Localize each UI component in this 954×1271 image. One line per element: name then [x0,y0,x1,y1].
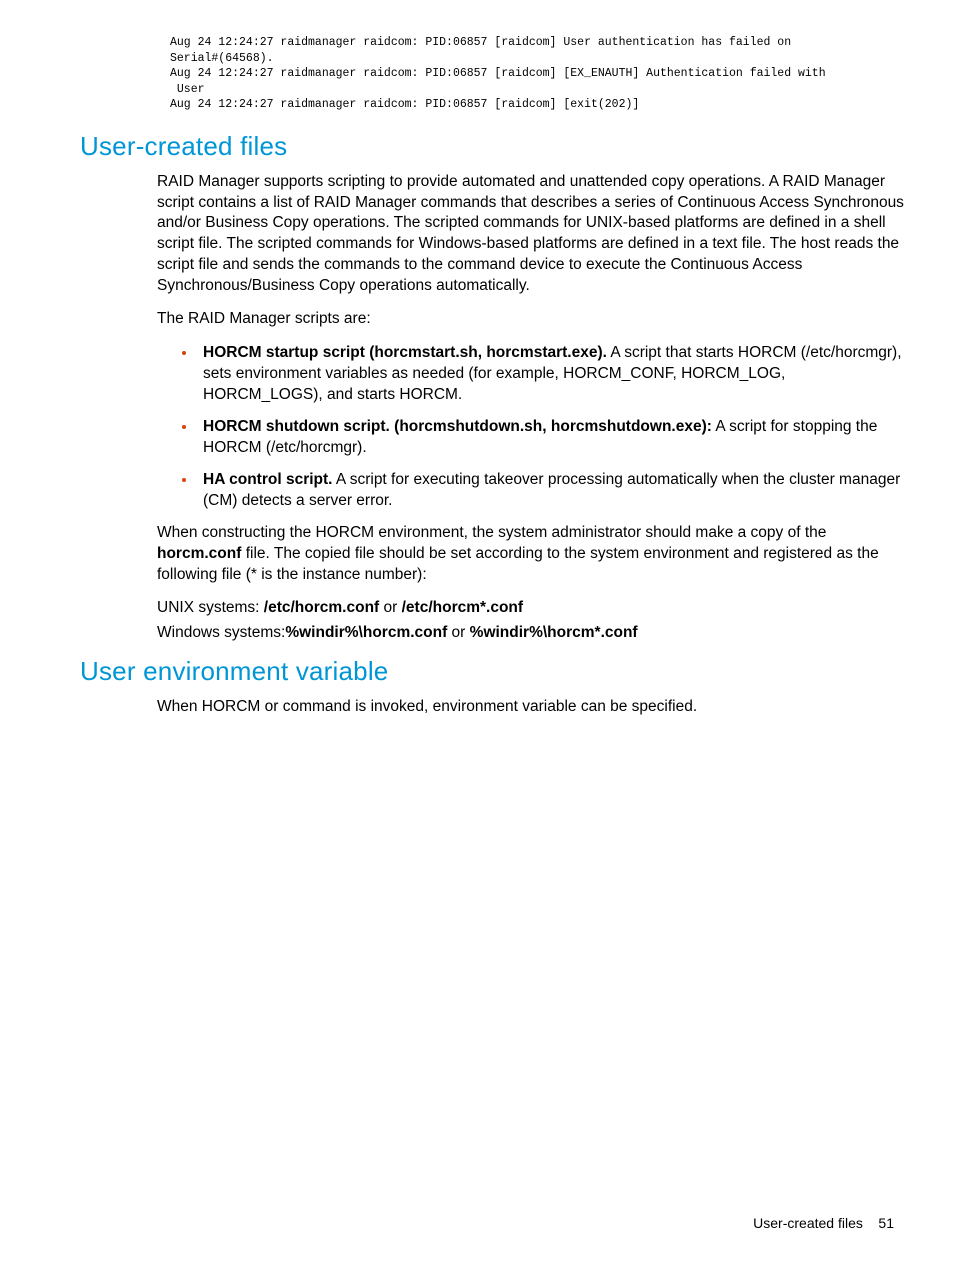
text: or [447,624,469,641]
page-footer: User-created files 51 [753,1215,894,1231]
path: /etc/horcm.conf [264,599,379,616]
page-number: 51 [878,1215,894,1231]
code-line: Serial#(64568). [170,52,274,65]
paragraph: When HORCM or command is invoked, enviro… [157,697,904,718]
paragraph-windows: Windows systems:%windir%\horcm.conf or %… [157,623,904,644]
path: /etc/horcm*.conf [402,599,523,616]
bullet-bold: HORCM startup script (horcmstart.sh, hor… [203,344,607,361]
list-item: HA control script. A script for executin… [197,469,904,512]
section-heading-user-environment-variable: User environment variable [80,656,904,687]
label: UNIX systems: [157,599,264,616]
page-content: Aug 24 12:24:27 raidmanager raidcom: PID… [0,0,954,718]
code-line: Aug 24 12:24:27 raidmanager raidcom: PID… [170,67,826,80]
code-line: Aug 24 12:24:27 raidmanager raidcom: PID… [170,36,791,49]
path: %windir%\horcm.conf [285,624,447,641]
bullet-bold: HA control script. [203,471,332,488]
bold-text: horcm.conf [157,545,241,562]
text: or [379,599,401,616]
text: When constructing the HORCM environment,… [157,524,826,541]
paragraph: RAID Manager supports scripting to provi… [157,172,904,298]
code-line: Aug 24 12:24:27 raidmanager raidcom: PID… [170,98,639,111]
list-item: HORCM shutdown script. (horcmshutdown.sh… [197,416,904,459]
path: %windir%\horcm*.conf [470,624,638,641]
paragraph: The RAID Manager scripts are: [157,309,904,330]
paragraph: When constructing the HORCM environment,… [157,523,904,586]
code-line: User [170,83,205,96]
bullet-list: HORCM startup script (horcmstart.sh, hor… [157,342,904,511]
footer-label: User-created files [753,1215,863,1231]
text: file. The copied file should be set acco… [157,545,879,583]
list-item: HORCM startup script (horcmstart.sh, hor… [197,342,904,406]
bullet-bold: HORCM shutdown script. (horcmshutdown.sh… [203,418,712,435]
paragraph-unix: UNIX systems: /etc/horcm.conf or /etc/ho… [157,598,904,619]
section-heading-user-created-files: User-created files [80,131,904,162]
code-block: Aug 24 12:24:27 raidmanager raidcom: PID… [170,35,904,113]
label: Windows systems: [157,624,285,641]
